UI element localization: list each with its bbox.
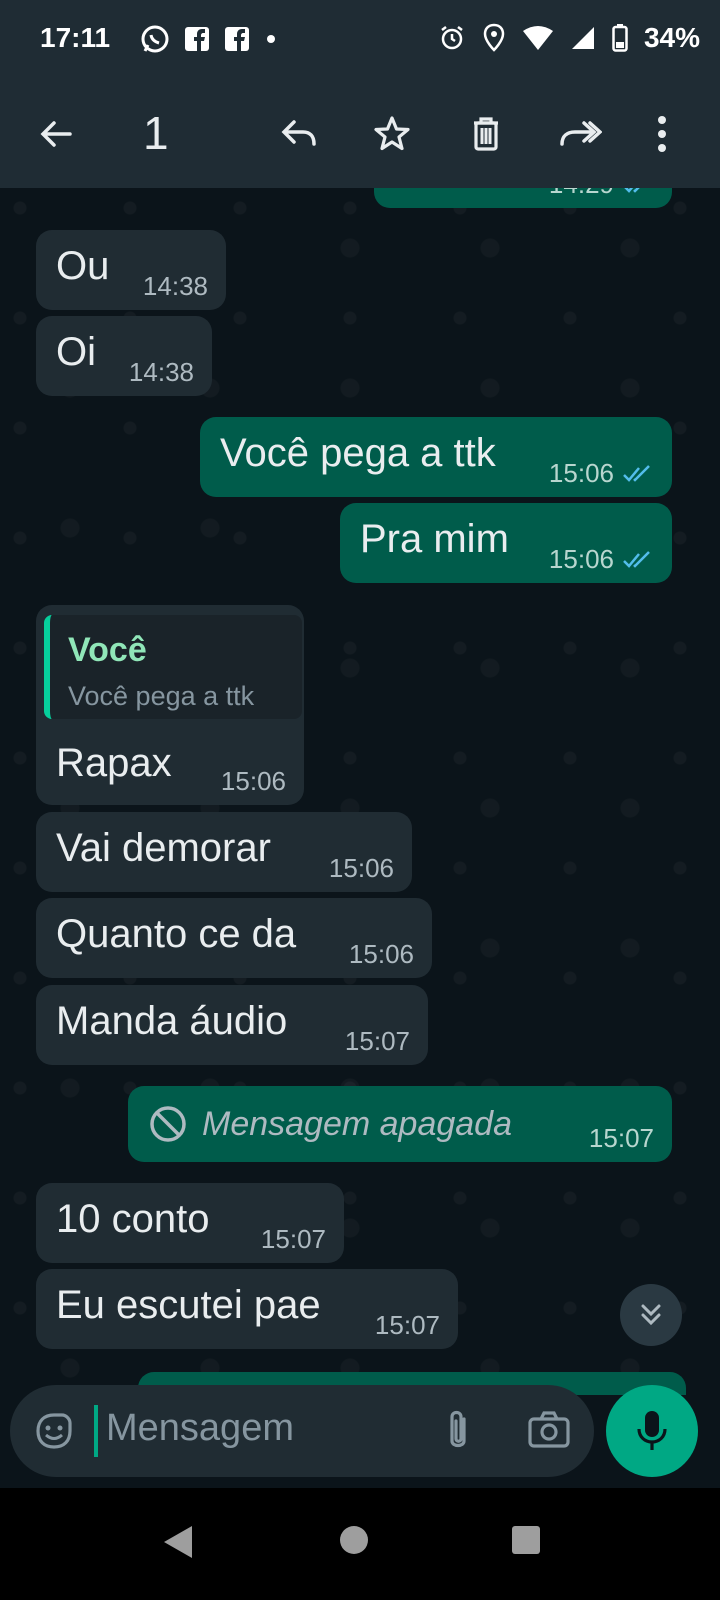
facebook-icon <box>185 27 209 51</box>
chat-messages[interactable]: 14:29 Ou 14:38 Oi 14:38 Você pega a ttk … <box>0 188 720 1395</box>
message-incoming[interactable]: Oi 14:38 <box>36 316 212 396</box>
message-incoming[interactable]: Quanto ce da 15:06 <box>36 898 432 978</box>
selection-action-bar: 1 <box>0 80 720 188</box>
message-text: Rapax <box>56 741 172 785</box>
message-text: Ou <box>56 244 110 288</box>
wifi-icon <box>522 26 553 50</box>
attach-icon[interactable] <box>436 1407 480 1460</box>
message-time: 14:29 <box>549 188 614 200</box>
message-text: Mensagem apagada <box>202 1104 513 1143</box>
message-outgoing[interactable]: Você pega a ttk 15:06 <box>200 417 672 497</box>
microphone-icon <box>637 1411 667 1450</box>
message-text: Vai demorar <box>56 826 271 870</box>
message-incoming-reply[interactable]: Você Você pega a ttk Rapax 15:06 <box>36 605 304 805</box>
quoted-message[interactable]: Você Você pega a ttk <box>44 615 302 719</box>
message-time: 15:07 <box>588 1123 654 1153</box>
system-navigation-bar <box>0 1488 720 1600</box>
message-incoming[interactable]: Ou 14:38 <box>36 230 226 310</box>
message-text: Pra mim <box>360 517 509 561</box>
status-time: 17:11 <box>40 22 111 53</box>
battery-percent: 34% <box>643 22 700 53</box>
back-icon[interactable] <box>28 106 84 162</box>
text-cursor <box>94 1405 98 1457</box>
message-outgoing-deleted[interactable]: Mensagem apagada 15:07 <box>128 1086 672 1162</box>
battery-icon <box>612 24 628 52</box>
message-time: 15:06 <box>220 766 286 796</box>
whatsapp-icon <box>141 25 169 53</box>
message-time: 15:07 <box>374 1310 440 1340</box>
message-time: 15:07 <box>260 1224 326 1254</box>
camera-icon[interactable] <box>526 1407 572 1458</box>
message-time: 15:06 <box>328 853 394 883</box>
double-chevron-down-icon <box>641 1304 661 1326</box>
message-text: Você pega a ttk <box>220 431 496 475</box>
selected-count: 1 <box>143 107 169 159</box>
scroll-to-bottom-button[interactable] <box>620 1284 682 1346</box>
message-input[interactable]: Mensagem <box>106 1407 294 1450</box>
message-time: 15:06 <box>548 544 614 574</box>
message-time: 15:06 <box>548 458 614 488</box>
message-text: Eu escutei pae <box>56 1283 321 1327</box>
message-text: 10 conto <box>56 1197 210 1241</box>
forward-icon[interactable] <box>552 106 608 162</box>
overflow-menu-icon[interactable] <box>634 106 690 162</box>
nav-back-icon[interactable] <box>162 1524 194 1565</box>
message-incoming[interactable]: 10 conto 15:07 <box>36 1183 344 1263</box>
quoted-text: Você pega a ttk <box>68 681 255 711</box>
message-time: 15:06 <box>348 939 414 969</box>
message-time: 14:38 <box>142 271 208 301</box>
voice-message-button[interactable] <box>606 1385 698 1477</box>
read-ticks-icon <box>623 464 650 482</box>
quoted-author: Você <box>68 631 147 669</box>
message-incoming[interactable]: Eu escutei pae 15:07 <box>36 1269 458 1349</box>
message-text: Manda áudio <box>56 999 288 1043</box>
more-notifications-dot <box>267 35 275 43</box>
message-text: Oi <box>56 330 96 374</box>
read-ticks-icon <box>623 550 650 568</box>
delete-icon[interactable] <box>458 106 514 162</box>
status-bar: 17:11 34% <box>0 0 720 80</box>
message-incoming[interactable]: Manda áudio 15:07 <box>36 985 428 1065</box>
location-icon <box>483 23 505 52</box>
message-composer: Mensagem <box>10 1385 594 1477</box>
alarm-icon <box>441 26 463 50</box>
read-ticks-icon <box>624 188 640 193</box>
facebook-icon <box>225 27 249 51</box>
message-outgoing[interactable]: 14:29 <box>374 188 672 208</box>
emoji-sticker-icon[interactable] <box>32 1409 76 1458</box>
signal-icon <box>571 27 594 49</box>
deleted-message-icon <box>150 1106 186 1142</box>
nav-recents-icon[interactable] <box>510 1524 542 1561</box>
message-text: Quanto ce da <box>56 912 297 956</box>
message-incoming[interactable]: Vai demorar 15:06 <box>36 812 412 892</box>
message-time: 14:38 <box>128 357 194 387</box>
message-time: 15:07 <box>344 1026 410 1056</box>
message-outgoing[interactable]: Pra mim 15:06 <box>340 503 672 583</box>
reply-icon[interactable] <box>271 106 327 162</box>
star-icon[interactable] <box>364 106 420 162</box>
nav-home-icon[interactable] <box>338 1524 370 1561</box>
